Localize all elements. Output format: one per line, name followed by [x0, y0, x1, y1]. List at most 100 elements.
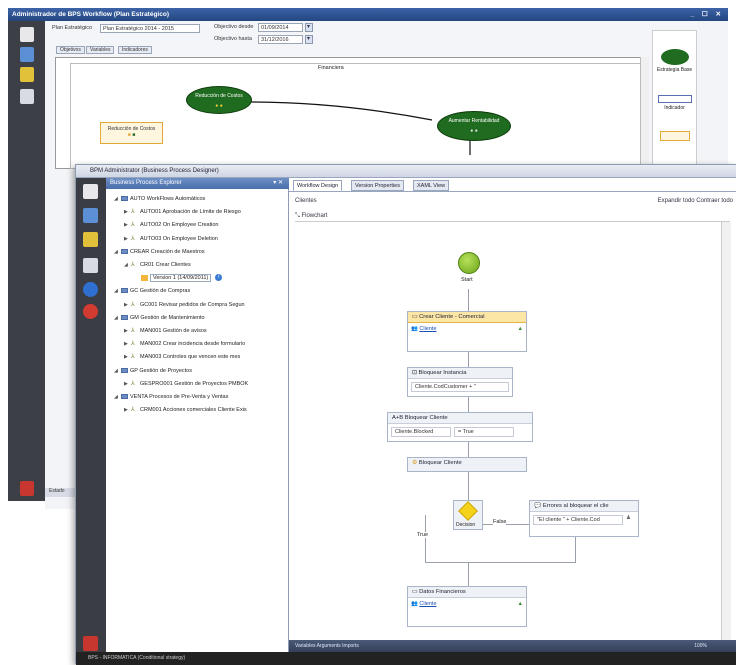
new-document-icon[interactable]	[83, 184, 98, 199]
approve-icon[interactable]: ▲	[518, 601, 523, 607]
expand-arrow-icon[interactable]: ◢	[114, 366, 121, 376]
variables-arguments-imports[interactable]: Variables Arguments Imports	[295, 643, 359, 649]
person-icon[interactable]: ♟	[626, 515, 631, 525]
copy-icon[interactable]	[20, 89, 34, 104]
tree-folder[interactable]: ◢ AUTO WorkFlows Automáticos	[114, 194, 205, 204]
expand-arrow-icon[interactable]: ◢	[114, 286, 121, 296]
expand-arrow-icon[interactable]: ◢	[124, 260, 131, 270]
tab-indicadores[interactable]: Indicadores	[118, 46, 152, 54]
designer-vertical-scrollbar[interactable]	[721, 222, 731, 642]
tab-xaml-view[interactable]: XAML View	[413, 180, 450, 191]
database-icon[interactable]	[20, 67, 34, 82]
expand-arrow-icon[interactable]: ◢	[114, 313, 121, 323]
collapse-arrow-icon[interactable]: ▶	[124, 379, 131, 389]
activity-crear-cliente[interactable]: ▭ Crear Cliente - Comercial 👥 Cliente ▲	[407, 311, 527, 352]
tree-workflow[interactable]: ▶ ⅄ CRM001 Acciones comerciales Cliente Ex…	[124, 405, 247, 415]
canvas-scrollbar[interactable]	[640, 57, 649, 169]
tree-item-label: MAN001 Gestión de avisos	[140, 328, 207, 334]
tree-workflow[interactable]: ▶ ⅄ AUTO01 Aprobación de Límite de Riesgo	[124, 207, 241, 217]
objective-node-profit[interactable]: Aumentar Rentabilidad ● ●	[437, 111, 511, 141]
tab-variables[interactable]: Variables	[86, 46, 115, 54]
save-icon[interactable]	[20, 47, 34, 62]
cliente-link[interactable]: Cliente	[419, 601, 436, 607]
exit-icon[interactable]	[83, 636, 98, 651]
palette-box-shape[interactable]	[659, 131, 690, 141]
instance-expression-field[interactable]: Cliente.CodCustomer + "	[411, 382, 509, 392]
collapse-arrow-icon[interactable]: ▶	[124, 352, 131, 362]
collapse-arrow-icon[interactable]: ▶	[124, 234, 131, 244]
tree-folder[interactable]: ◢ CREAR Creación de Maestros	[114, 247, 205, 257]
assign-value-field[interactable]: = True	[454, 427, 514, 437]
objective-node-costs[interactable]: Reducción de Costos ● ●	[186, 86, 252, 114]
tab-version-properties[interactable]: Version Properties	[351, 180, 404, 191]
activity-bloquear-cliente[interactable]: ⚙ Bloquear Cliente	[407, 457, 527, 472]
plan-field[interactable]: Plan Estratégico 2014 - 2015	[100, 24, 200, 33]
decision-label: Decision	[456, 522, 476, 528]
collapse-arrow-icon[interactable]: ▶	[124, 405, 131, 415]
approve-icon[interactable]: ▲	[518, 326, 523, 332]
tree-folder[interactable]: ◢ GP Gestión de Proyectos	[114, 366, 192, 376]
assign-target-field[interactable]: Cliente.Blocked	[391, 427, 451, 437]
flowchart-header[interactable]: ⤡ Flowchart	[295, 213, 730, 222]
connector	[468, 562, 469, 586]
activity-header: ▭ Crear Cliente - Comercial	[408, 312, 526, 323]
tree-version[interactable]: Version 1 (14/09/2011) i	[134, 273, 223, 283]
designer-status-bar: Variables Arguments Imports 100%	[289, 640, 736, 652]
expand-arrow-icon[interactable]: ◢	[114, 194, 121, 204]
error-expression-field[interactable]: "El cliente " + Cliente.Cod	[533, 515, 623, 525]
expand-arrow-icon[interactable]: ◢	[114, 392, 121, 402]
date-to-dropdown[interactable]	[305, 35, 313, 44]
activity-datos-financieros[interactable]: ▭ Datos Financieros 👥 Cliente ▲	[407, 586, 527, 627]
decision-node[interactable]: Decision	[453, 500, 483, 530]
collapse-arrow-icon[interactable]: ▶	[124, 207, 131, 217]
collapse-arrow-icon[interactable]: ▶	[124, 300, 131, 310]
activity-bloquear-cliente-assign[interactable]: A+B Bloquear Cliente Cliente.Blocked = T…	[387, 412, 533, 442]
stop-icon[interactable]	[83, 304, 98, 319]
tree-folder[interactable]: ◢ GC Gestión de Compras	[114, 286, 190, 296]
database-icon[interactable]	[83, 232, 98, 247]
false-branch-label: False	[493, 519, 507, 525]
activity-header: ⚙ Bloquear Cliente	[408, 458, 526, 471]
tree-workflow[interactable]: ◢ ⅄ CR01 Crear Clientes	[124, 260, 191, 270]
tree-workflow[interactable]: ▶ ⅄ GESPRO001 Gestión de Proyectos PMBOK	[124, 379, 248, 389]
start-node[interactable]	[458, 252, 480, 274]
activity-error-message[interactable]: 💬 Errores al bloquear el clie "El client…	[529, 500, 639, 537]
copy-icon[interactable]	[83, 258, 98, 273]
expand-arrow-icon[interactable]: ◢	[114, 247, 121, 257]
flowchart-label: Flowchart	[301, 213, 328, 219]
palette-objective-shape[interactable]	[660, 49, 689, 65]
expand-collapse-links[interactable]: Expandir todo Contraer todo	[658, 198, 733, 204]
activity-bloquear-instancia[interactable]: ⊡ Bloquear Instancia Cliente.CodCustomer…	[407, 367, 513, 397]
tab-workflow-design[interactable]: Workflow Design	[293, 180, 343, 191]
tree-workflow[interactable]: ▶ ⅄ AUTO03 On Employee Deletion	[124, 234, 218, 244]
palette-indicator-shape[interactable]	[657, 95, 692, 103]
tree-workflow[interactable]: ▶ ⅄ GC001 Revisar pedidos de Compra Segun	[124, 300, 245, 310]
zoom-level[interactable]: 100%	[694, 640, 707, 652]
date-from-field[interactable]: 01/09/2014	[258, 23, 303, 32]
tree-workflow[interactable]: ▶ ⅄ MAN002 Crear incidencia desde formular…	[124, 339, 245, 349]
activity-header: A+B Bloquear Cliente	[388, 413, 532, 424]
date-from-dropdown[interactable]	[305, 23, 313, 32]
collapse-arrow-icon[interactable]: ▶	[124, 220, 131, 230]
play-icon[interactable]	[83, 282, 98, 297]
tree-folder[interactable]: ◢ GM Gestión de Mantenimiento	[114, 313, 205, 323]
tree-workflow[interactable]: ▶ ⅄ MAN001 Gestión de avisos	[124, 326, 207, 336]
tree-workflow[interactable]: ▶ ⅄ AUTO02 On Employee Creation	[124, 220, 218, 230]
collapse-arrow-icon[interactable]: ▶	[124, 326, 131, 336]
connector	[575, 537, 576, 563]
save-icon[interactable]	[83, 208, 98, 223]
exit-icon[interactable]	[20, 481, 34, 496]
explorer-pin-icon[interactable]: ▾ ✕	[273, 178, 283, 189]
tree-workflow[interactable]: ▶ ⅄ MAN003 Controles que vencen este mes	[124, 352, 240, 362]
cliente-link[interactable]: Cliente	[419, 326, 436, 332]
document-icon[interactable]	[20, 27, 34, 42]
breadcrumb[interactable]: Clientes	[295, 198, 317, 204]
tab-objetivos[interactable]: Objetivos	[56, 46, 85, 54]
indicator-box-costs[interactable]: Reducción de Costos ■ ■	[100, 122, 163, 144]
perspective-title: Financiera	[318, 65, 344, 71]
collapse-arrow-icon[interactable]: ▶	[124, 339, 131, 349]
tree-folder[interactable]: ◢ VENTA Procesos de Pre-Venta y Ventas	[114, 392, 228, 402]
info-icon[interactable]: i	[215, 274, 223, 282]
date-to-field[interactable]: 31/12/2016	[258, 35, 303, 44]
window-buttons[interactable]: _ ☐ ✕	[690, 8, 724, 21]
